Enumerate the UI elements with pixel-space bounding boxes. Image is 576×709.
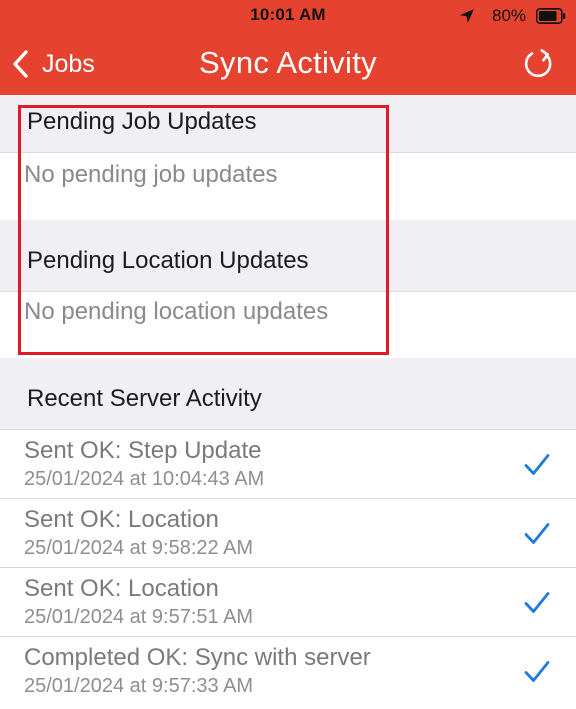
battery-icon bbox=[536, 8, 566, 24]
section-header-label: Pending Job Updates bbox=[27, 108, 257, 135]
page-title: Sync Activity bbox=[199, 45, 377, 80]
refresh-icon[interactable] bbox=[518, 44, 558, 84]
sync-activity-list: Pending Job Updates No pending job updat… bbox=[0, 95, 576, 709]
section-header-recent-server-activity: Recent Server Activity bbox=[0, 358, 576, 430]
checkmark-icon bbox=[524, 661, 550, 682]
activity-timestamp: 25/01/2024 at 9:57:51 AM bbox=[24, 606, 254, 628]
activity-row[interactable]: Completed OK: Sync with server 25/01/202… bbox=[0, 637, 576, 706]
pending-job-updates-empty: No pending job updates bbox=[0, 153, 576, 220]
activity-title: Sent OK: Step Update bbox=[24, 437, 262, 464]
pending-location-updates-empty: No pending location updates bbox=[0, 292, 576, 358]
location-arrow-icon bbox=[460, 9, 474, 23]
section-header-label: Pending Location Updates bbox=[27, 247, 309, 274]
section-header-pending-job-updates: Pending Job Updates bbox=[0, 95, 576, 153]
screen: 10:01 AM 80% Jobs Sync Activity Pending … bbox=[0, 0, 576, 709]
activity-row[interactable]: Sent OK: Location 25/01/2024 at 9:58:22 … bbox=[0, 499, 576, 568]
activity-title: Completed OK: Sync with server bbox=[24, 644, 371, 671]
navigation-bar: Jobs Sync Activity bbox=[0, 32, 576, 95]
activity-title: Sent OK: Location bbox=[24, 506, 219, 533]
activity-timestamp: 25/01/2024 at 10:04:43 AM bbox=[24, 468, 265, 490]
empty-message: No pending job updates bbox=[24, 161, 278, 188]
activity-row[interactable]: Sent OK: Step Update 25/01/2024 at 10:04… bbox=[0, 430, 576, 499]
section-header-label: Recent Server Activity bbox=[27, 385, 262, 412]
activity-title: Sent OK: Location bbox=[24, 575, 219, 602]
checkmark-icon bbox=[524, 523, 550, 544]
section-header-pending-location-updates: Pending Location Updates bbox=[0, 220, 576, 292]
status-time: 10:01 AM bbox=[250, 5, 326, 24]
checkmark-icon bbox=[524, 592, 550, 613]
status-bar: 10:01 AM 80% bbox=[0, 0, 576, 32]
empty-message: No pending location updates bbox=[24, 298, 329, 325]
battery-percent: 80% bbox=[492, 6, 527, 25]
activity-row[interactable]: Sent OK: Location 25/01/2024 at 9:57:51 … bbox=[0, 568, 576, 637]
activity-timestamp: 25/01/2024 at 9:58:22 AM bbox=[24, 537, 254, 559]
activity-timestamp: 25/01/2024 at 9:57:33 AM bbox=[24, 675, 254, 697]
checkmark-icon bbox=[524, 454, 550, 475]
